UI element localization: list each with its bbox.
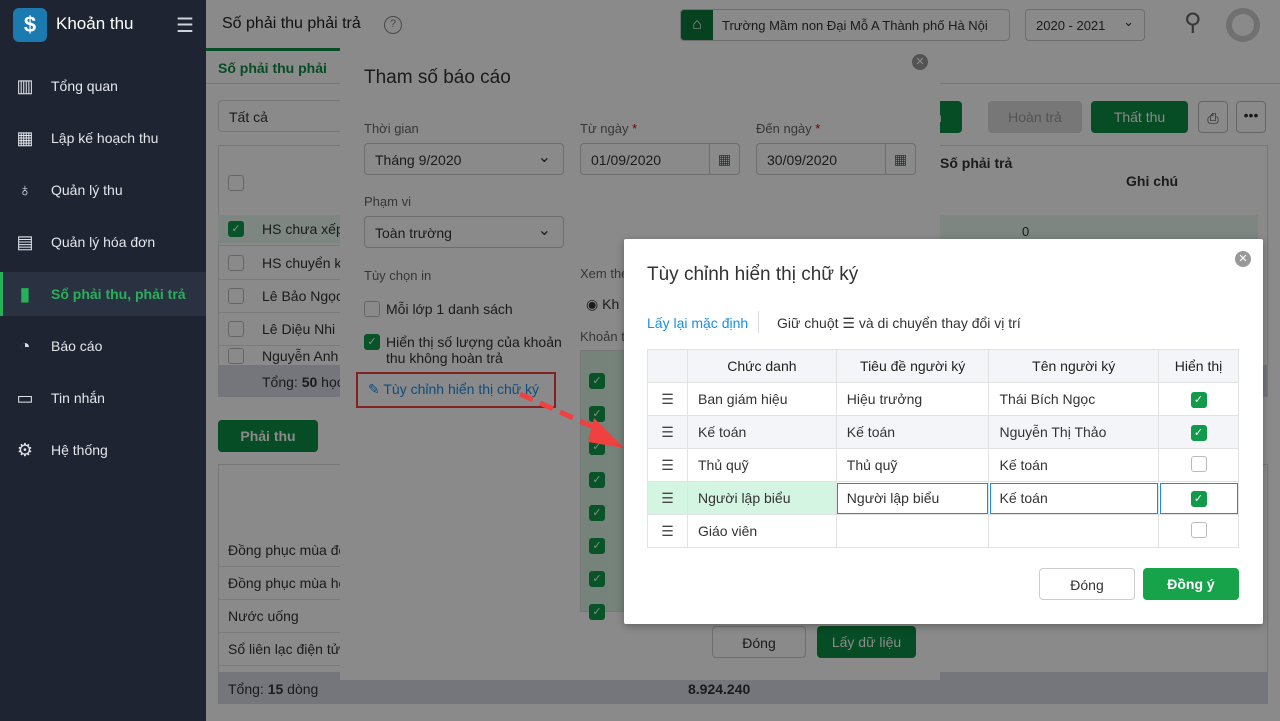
table-row: ☰ Giáo viên [647, 514, 1239, 548]
show-checkbox[interactable]: ✓ [1190, 392, 1207, 408]
bar-chart-icon: ▥ [16, 75, 34, 96]
drag-hint: Giữ chuột ☰ và di chuyển thay đổi vị trí [777, 315, 1021, 331]
show-checkbox[interactable] [1190, 521, 1207, 538]
table-row: ☰ Thủ quỹ Thủ quỹ Kế toán [647, 448, 1239, 482]
dialog-title: Tùy chỉnh hiển thị chữ ký [647, 264, 859, 285]
dollar-icon: $ [13, 8, 47, 42]
table-row: ☰ Kế toán Kế toán Nguyễn Thị Thảo ✓ [647, 415, 1239, 449]
drag-handle-icon[interactable]: ☰ [647, 448, 688, 482]
reset-default-link[interactable]: Lấy lại mặc định [647, 315, 748, 331]
sidebar-item-overview[interactable]: ▥ Tổng quan [0, 64, 206, 108]
calendar-icon: ▦ [16, 127, 34, 148]
drag-handle-icon[interactable]: ☰ [647, 415, 688, 449]
drag-handle-icon[interactable]: ☰ [647, 514, 688, 548]
col-signer-name: Tên người ký [988, 349, 1159, 383]
show-checkbox[interactable]: ✓ [1190, 491, 1207, 507]
sidebar-item-label: Quản lý hóa đơn [51, 234, 156, 250]
sidebar-item-invoice[interactable]: ▤ Quản lý hóa đơn [0, 220, 206, 264]
app-name: Khoản thu [56, 14, 134, 33]
divider [758, 311, 759, 333]
signature-dialog: Tùy chỉnh hiển thị chữ ký ✕ Lấy lại mặc … [624, 239, 1263, 624]
sidebar-item-label: Báo cáo [51, 338, 103, 354]
close-icon[interactable]: ✕ [1235, 251, 1251, 267]
sidebar-item-label: Tin nhắn [51, 390, 105, 406]
agree-button[interactable]: Đồng ý [1143, 568, 1239, 600]
sidebar: $ Khoản thu ☰ ▥ Tổng quan ▦ Lập kế hoạch t… [0, 0, 206, 721]
sidebar-item-system[interactable]: ⚙ Hệ thống [0, 428, 206, 472]
chat-icon: ▭ [16, 387, 34, 408]
annotation-arrow [518, 391, 624, 448]
col-signer-title: Tiêu đề người ký [835, 349, 990, 383]
table-row: ☰ Ban giám hiệu Hiệu trưởng Thái Bích Ngọc ✓ [647, 382, 1239, 416]
sidebar-item-report[interactable]: ◔ Báo cáo [0, 324, 206, 368]
sidebar-item-label: Sổ phải thu, phải trả [51, 286, 186, 302]
sidebar-item-label: Tổng quan [51, 78, 118, 94]
book-icon: ▮ [20, 283, 30, 304]
gear-icon: ⚙ [16, 439, 34, 460]
table-row: ☰ Người lập biểu Người lập biểu Kế toán ✓ [647, 481, 1239, 515]
col-show: Hiển thị [1158, 349, 1239, 383]
signature-table: Chức danh Tiêu đề người ký Tên người ký … [647, 349, 1239, 548]
menu-icon[interactable]: ☰ [176, 13, 194, 38]
invoice-icon: ▤ [16, 231, 34, 252]
close-button[interactable]: Đóng [1039, 568, 1135, 600]
sidebar-item-label: Lập kế hoạch thu [51, 130, 159, 146]
sidebar-item-label: Quản lý thu [51, 182, 123, 198]
show-checkbox[interactable]: ✓ [1190, 425, 1207, 441]
col-role: Chức danh [687, 349, 837, 383]
drag-handle-icon[interactable]: ☰ [647, 382, 688, 416]
sidebar-item-collect[interactable]: ♁ Quản lý thu [0, 168, 206, 212]
sidebar-item-ledger[interactable]: ▮ Sổ phải thu, phải trả [0, 272, 206, 316]
show-checkbox[interactable] [1190, 455, 1207, 472]
pie-chart-icon: ◔ [19, 335, 31, 356]
sidebar-item-messages[interactable]: ▭ Tin nhắn [0, 376, 206, 420]
drag-handle-icon[interactable]: ☰ [647, 481, 688, 515]
sidebar-item-label: Hệ thống [51, 442, 108, 458]
drag-handle-icon: ☰ [842, 315, 855, 331]
sidebar-item-plan[interactable]: ▦ Lập kế hoạch thu [0, 116, 206, 160]
money-hand-icon: ♁ [18, 179, 32, 200]
